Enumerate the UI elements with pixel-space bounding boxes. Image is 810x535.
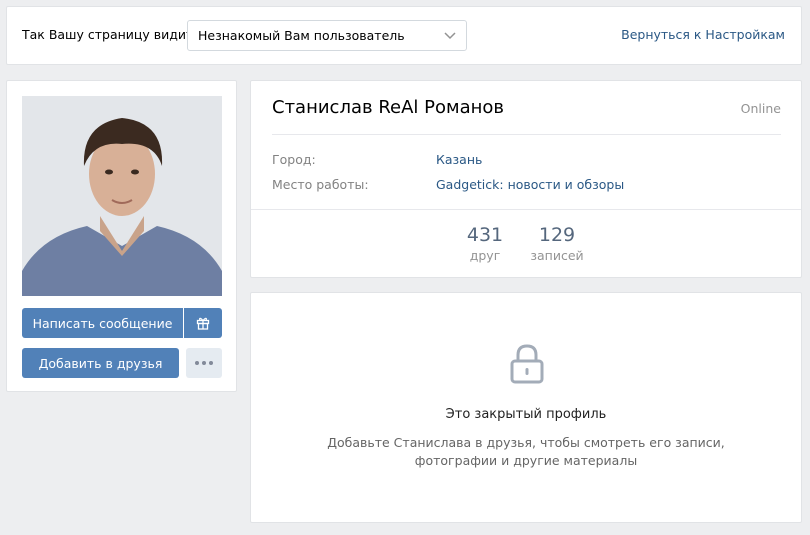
friends-count: 431	[466, 224, 504, 246]
divider	[251, 209, 801, 210]
work-link[interactable]: Gadgetick: новости и обзоры	[436, 177, 624, 192]
lock-icon	[510, 344, 544, 384]
avatar[interactable]	[22, 96, 222, 296]
send-message-button[interactable]: Написать сообщение	[22, 308, 183, 338]
profile-info-card: Станислав ReAl Романов Online Город: Каз…	[250, 80, 802, 278]
viewer-select[interactable]: Незнакомый Вам пользователь	[187, 20, 467, 51]
work-label: Место работы:	[272, 177, 369, 192]
viewer-select-value: Незнакомый Вам пользователь	[198, 28, 405, 43]
view-as-label: Так Вашу страницу видит	[22, 27, 194, 42]
city-label: Город:	[272, 152, 316, 167]
posts-counter[interactable]: 129 записей	[517, 224, 597, 263]
back-to-settings-link[interactable]: Вернуться к Настройкам	[621, 27, 785, 42]
more-actions-button[interactable]	[186, 348, 222, 378]
online-status: Online	[740, 101, 781, 116]
gift-icon	[196, 317, 210, 330]
friends-counter[interactable]: 431 друг	[445, 224, 525, 263]
closed-profile-title: Это закрытый профиль	[445, 407, 607, 422]
profile-name: Станислав ReAl Романов	[272, 97, 504, 118]
avatar-photo	[22, 96, 222, 296]
profile-sidebar: Написать сообщение Добавить в друзья	[6, 80, 237, 392]
divider	[272, 134, 781, 135]
more-icon	[194, 361, 215, 365]
chevron-down-icon	[444, 32, 456, 40]
add-friend-button[interactable]: Добавить в друзья	[22, 348, 179, 378]
view-as-bar: Так Вашу страницу видит Незнакомый Вам п…	[6, 6, 802, 65]
closed-profile-card: Это закрытый профиль Добавьте Станислава…	[250, 292, 802, 523]
closed-profile-description: Добавьте Станислава в друзья, чтобы смот…	[327, 435, 725, 468]
posts-count: 129	[538, 224, 576, 246]
friends-count-label: друг	[469, 248, 501, 263]
city-link[interactable]: Казань	[436, 152, 482, 167]
send-gift-button[interactable]	[184, 308, 222, 338]
posts-count-label: записей	[530, 248, 584, 263]
